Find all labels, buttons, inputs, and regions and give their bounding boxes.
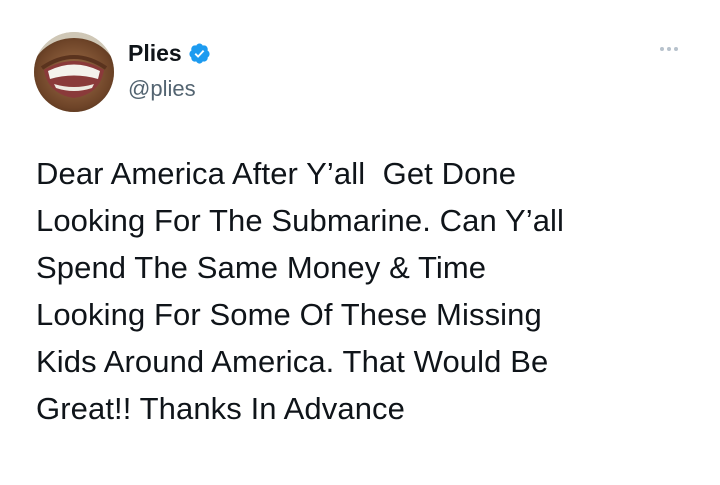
tweet-text-line: Dear America After Y’all Get Done — [36, 156, 517, 191]
more-dot — [660, 47, 664, 51]
tweet-text-line: Looking For Some Of These Missing — [36, 297, 542, 332]
tweet-card: Plies @plies Dear America After Y’all Ge… — [0, 0, 720, 485]
more-dot — [667, 47, 671, 51]
display-name[interactable]: Plies — [128, 40, 182, 66]
tweet-text-line: Looking For The Submarine. Can Y’all — [36, 203, 565, 238]
tweet-text-line: Kids Around America. That Would Be — [36, 344, 549, 379]
tweet-text: Dear America After Y’all Get Done Lookin… — [36, 150, 696, 432]
verified-badge-icon — [188, 42, 211, 65]
more-options-icon[interactable] — [652, 38, 686, 60]
tweet-text-line: Spend The Same Money & Time — [36, 250, 487, 285]
more-dot — [674, 47, 678, 51]
tweet-text-line: Great!! Thanks In Advance — [36, 391, 405, 426]
avatar-image — [34, 32, 114, 112]
author-handle[interactable]: @plies — [128, 76, 196, 102]
author-name-row: Plies — [128, 40, 211, 66]
avatar[interactable] — [34, 32, 114, 112]
